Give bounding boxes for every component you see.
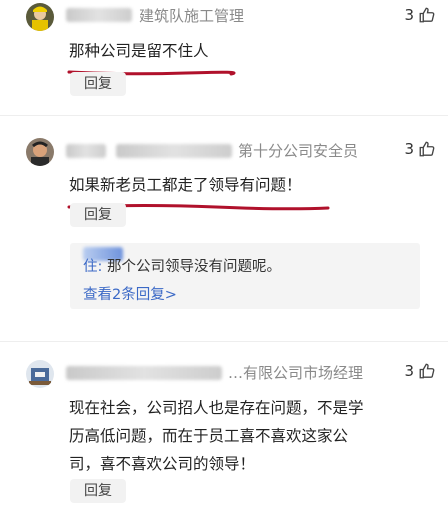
comment-text-line: 历高低问题，而在于员工喜不喜欢这家公	[69, 427, 349, 445]
comment-text: 那种公司是留不住人	[69, 42, 209, 60]
avatar[interactable]	[26, 360, 54, 388]
author-name-blurred	[66, 366, 222, 380]
like-button[interactable]: 3	[404, 6, 436, 24]
comment-2: 第十分公司安全员 3 如果新老员工都走了领导有问题！ 回复 住: 那个公司领导没…	[0, 116, 448, 341]
sub-reply-box: 住: 那个公司领导没有问题呢。 查看2条回复>	[70, 243, 420, 309]
like-button[interactable]: 3	[404, 362, 436, 380]
avatar[interactable]	[26, 138, 54, 166]
author-name-blurred	[66, 8, 132, 22]
like-count: 3	[404, 362, 414, 380]
author-name-blurred	[66, 144, 106, 158]
avatar[interactable]	[26, 3, 54, 31]
sub-reply: 住: 那个公司领导没有问题呢。	[83, 255, 281, 276]
comment-text-line: 现在社会，公司招人也是存在问题，不是学	[69, 399, 364, 417]
reply-button[interactable]: 回复	[70, 203, 126, 227]
reply-button[interactable]: 回复	[70, 479, 126, 503]
like-count: 3	[404, 6, 414, 24]
comment-text: 现在社会，公司招人也是存在问题，不是学 历高低问题，而在于员工喜不喜欢这家公 司…	[69, 394, 364, 478]
comment-3: …有限公司市场经理 3 现在社会，公司招人也是存在问题，不是学 历高低问题，而在…	[0, 342, 448, 516]
reply-button[interactable]: 回复	[70, 72, 126, 96]
comment-text-line: 司，喜不喜欢公司的领导！	[69, 455, 256, 473]
view-more-replies-link[interactable]: 查看2条回复>	[83, 283, 177, 304]
author-role: 第十分公司安全员	[238, 142, 359, 160]
sub-reply-text: 那个公司领导没有问题呢。	[107, 259, 281, 275]
thumbs-up-icon	[419, 7, 435, 23]
like-count: 3	[404, 140, 414, 158]
like-button[interactable]: 3	[404, 140, 436, 158]
thumbs-up-icon	[419, 141, 435, 157]
author-name-blurred	[116, 144, 232, 158]
comment-1: 建筑队施工管理 3 那种公司是留不住人 回复	[0, 0, 448, 115]
comment-text: 如果新老员工都走了领导有问题！	[69, 176, 302, 194]
author-role: 建筑队施工管理	[139, 7, 245, 25]
thumbs-up-icon	[419, 363, 435, 379]
author-role: …有限公司市场经理	[228, 364, 364, 382]
sub-reply-author[interactable]: 住:	[83, 259, 102, 275]
